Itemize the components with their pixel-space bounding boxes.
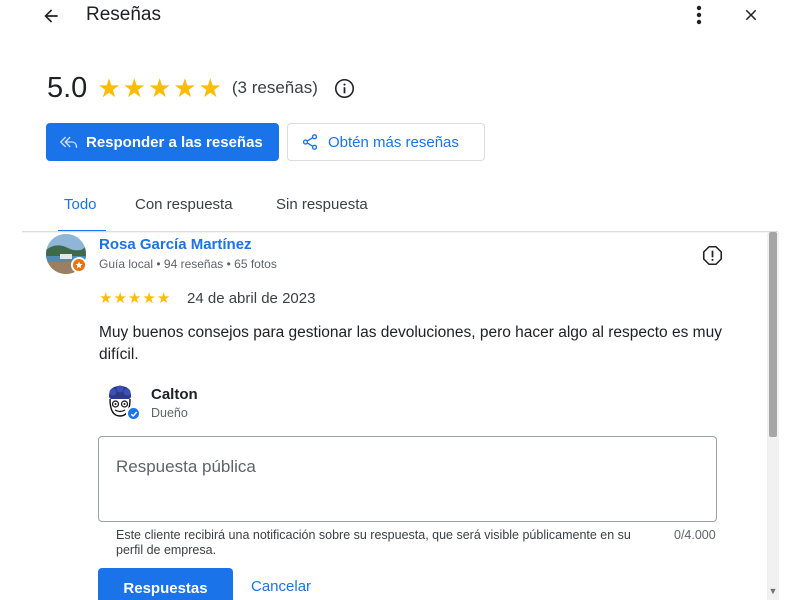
tab-todo[interactable]: Todo: [64, 196, 97, 232]
reviewer-name[interactable]: Rosa García Martínez: [99, 236, 252, 253]
report-icon: [702, 245, 722, 265]
verified-badge-icon: [126, 406, 141, 421]
owner-name: Calton: [151, 386, 198, 403]
respond-to-reviews-button[interactable]: Responder a las reseñas: [46, 123, 279, 161]
star-icon: ★: [198, 73, 222, 103]
star-icon: ★: [147, 73, 172, 103]
page-title: Reseñas: [86, 4, 161, 25]
reviewer-meta: Guía local • 94 reseñas • 65 fotos: [99, 257, 277, 271]
more-options-button[interactable]: [688, 3, 710, 27]
star-icon: ★: [173, 73, 197, 103]
star-icon: ★: [156, 290, 171, 307]
top-bar: Reseñas: [0, 0, 800, 32]
rating-stars: ★ ★ ★ ★ ★: [97, 75, 222, 101]
rating-value: 5.0: [47, 71, 88, 104]
star-icon: ★: [122, 73, 146, 103]
tabs-divider: [22, 231, 778, 233]
review-tabs: Todo Con respuesta Sin respuesta: [0, 186, 780, 232]
star-icon: ★: [99, 290, 113, 307]
character-count: 0/4.000: [674, 528, 716, 542]
star-icon: ★: [142, 290, 156, 307]
review-stars: ★ ★ ★ ★ ★: [99, 291, 170, 306]
scroll-down-arrow-icon[interactable]: ▼: [767, 585, 779, 597]
info-button[interactable]: [334, 77, 356, 99]
info-icon: [335, 78, 355, 98]
local-guide-badge-icon: [71, 257, 87, 273]
tab-sin-respuesta[interactable]: Sin respuesta: [276, 196, 368, 232]
review-count: (3 reseñas): [231, 78, 318, 97]
close-button[interactable]: [739, 3, 763, 27]
owner-role: Dueño: [151, 406, 188, 420]
star-icon: ★: [113, 290, 127, 307]
review-date: 24 de abril de 2023: [187, 290, 316, 307]
star-icon: ★: [97, 73, 121, 103]
review-text: Muy buenos consejos para gestionar las d…: [99, 324, 722, 363]
more-vert-icon: [696, 5, 702, 25]
back-button[interactable]: [38, 3, 64, 29]
scrollbar-thumb[interactable]: [769, 232, 777, 437]
cancel-button[interactable]: Cancelar: [251, 578, 311, 595]
submit-reply-button[interactable]: Respuestas: [98, 568, 233, 600]
close-icon: [745, 9, 757, 21]
reply-all-icon: [60, 135, 78, 149]
tab-con-respuesta[interactable]: Con respuesta: [135, 196, 233, 232]
reply-notice: Este cliente recibirá una notificación s…: [116, 528, 631, 557]
public-reply-input[interactable]: [98, 436, 717, 522]
star-icon: ★: [127, 290, 142, 307]
get-more-reviews-label: Obtén más reseñas: [328, 133, 459, 151]
respond-to-reviews-label: Responder a las reseñas: [86, 133, 263, 151]
rating-summary: 5.0 ★ ★ ★ ★ ★ (3 reseñas): [47, 70, 356, 106]
arrow-left-icon: [44, 9, 58, 23]
get-more-reviews-button[interactable]: Obtén más reseñas: [287, 123, 485, 161]
share-icon: [301, 133, 319, 151]
report-review-button[interactable]: [700, 243, 724, 267]
